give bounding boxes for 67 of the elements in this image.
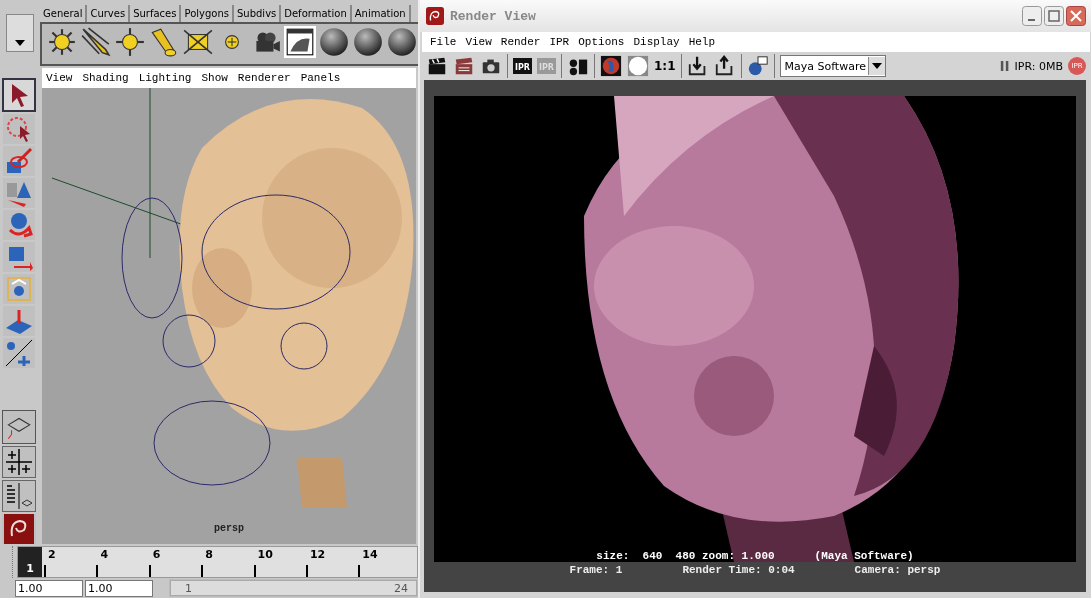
frame-number: 10 — [256, 547, 273, 561]
curve-window-icon[interactable] — [284, 26, 316, 58]
ipr-render-button[interactable]: IPR — [513, 58, 532, 74]
camera-info: Camera: persp — [854, 564, 941, 576]
start-time-field[interactable]: 1.00 — [15, 579, 83, 597]
range-slider[interactable]: 1 24 — [170, 580, 417, 596]
frame-number: 2 — [47, 547, 56, 561]
minimize-icon[interactable] — [1022, 6, 1042, 26]
lasso-icon[interactable] — [3, 114, 35, 144]
globe-icon[interactable] — [600, 55, 622, 77]
menu-item[interactable]: IPR — [549, 36, 570, 48]
sun-light-icon[interactable] — [46, 26, 78, 58]
renderer-info: (Maya Software) — [814, 550, 914, 562]
menu-item[interactable]: File — [430, 36, 457, 48]
viewport-menu-item[interactable]: Panels — [300, 72, 341, 84]
image-size-info: size: 640 480 zoom: 1.000 — [596, 550, 775, 562]
menu-item[interactable]: View — [465, 36, 492, 48]
frame-number: 8 — [204, 547, 213, 561]
window-title: Render View — [450, 8, 536, 24]
paint-brush-icon[interactable] — [3, 146, 35, 176]
time-slider[interactable]: 1 2 4 6 8 10 12 14 — [17, 546, 418, 578]
globe-speech-icon[interactable] — [746, 55, 769, 77]
menu-item[interactable]: Display — [633, 36, 680, 48]
viewport-menu-item[interactable]: Lighting — [138, 72, 192, 84]
menu-item[interactable]: Render — [500, 36, 541, 48]
last-tool-icon[interactable] — [3, 338, 35, 368]
single-view-layout-icon[interactable] — [2, 410, 36, 444]
menu-item[interactable]: Options — [578, 36, 625, 48]
viewport-menu-item[interactable]: Renderer — [237, 72, 291, 84]
manipulator-icon[interactable] — [3, 274, 35, 304]
frame-number: 14 — [361, 547, 378, 561]
move-tool-icon[interactable] — [3, 178, 35, 208]
shelf-tab[interactable]: Animation — [351, 5, 411, 22]
pause-icon[interactable] — [999, 60, 1010, 72]
shelf-menu-button[interactable] — [6, 14, 34, 52]
frame-number: 4 — [99, 547, 109, 561]
circle-icon[interactable] — [627, 55, 649, 77]
render-time-info: Render Time: 0:04 — [682, 564, 795, 576]
arrows-light-icon[interactable] — [80, 26, 112, 58]
shelf-tab[interactable]: Surfaces — [130, 5, 182, 22]
caret-icon — [867, 57, 885, 75]
real-size-button[interactable]: 1:1 — [654, 59, 676, 73]
clapperboard-icon[interactable] — [426, 55, 448, 77]
menu-item[interactable]: Help — [688, 36, 716, 48]
sphere-icon[interactable] — [352, 26, 384, 58]
renderer-dropdown[interactable]: Maya Software — [779, 55, 886, 77]
scale-tool-icon[interactable] — [3, 242, 35, 272]
sphere-icon[interactable] — [386, 26, 418, 58]
viewport-menu-item[interactable]: Shading — [82, 72, 129, 84]
viewport-menu-item[interactable]: View — [46, 72, 73, 84]
outliner-layout-icon[interactable] — [2, 480, 36, 512]
rotate-tool-icon[interactable] — [3, 210, 35, 240]
frame-info: Frame: 1 — [569, 564, 623, 576]
current-time-field[interactable]: 1.00 — [85, 579, 153, 597]
shelf-tab[interactable]: General — [40, 5, 88, 22]
clapperboard-icon[interactable] — [453, 55, 475, 77]
four-view-layout-icon[interactable] — [2, 446, 36, 478]
current-frame-marker[interactable]: 1 — [18, 547, 42, 577]
point-light-icon[interactable] — [114, 26, 146, 58]
close-icon[interactable] — [1066, 6, 1086, 26]
ipr-memory-label: IPR: 0MB — [1014, 59, 1063, 73]
viewport-menu-item[interactable]: Show — [201, 72, 228, 84]
frame-number: 12 — [308, 547, 326, 561]
maximize-icon[interactable] — [1044, 6, 1064, 26]
camera-label: persp — [213, 523, 245, 534]
frame-number: 6 — [151, 547, 161, 561]
sphere-icon[interactable] — [318, 26, 350, 58]
